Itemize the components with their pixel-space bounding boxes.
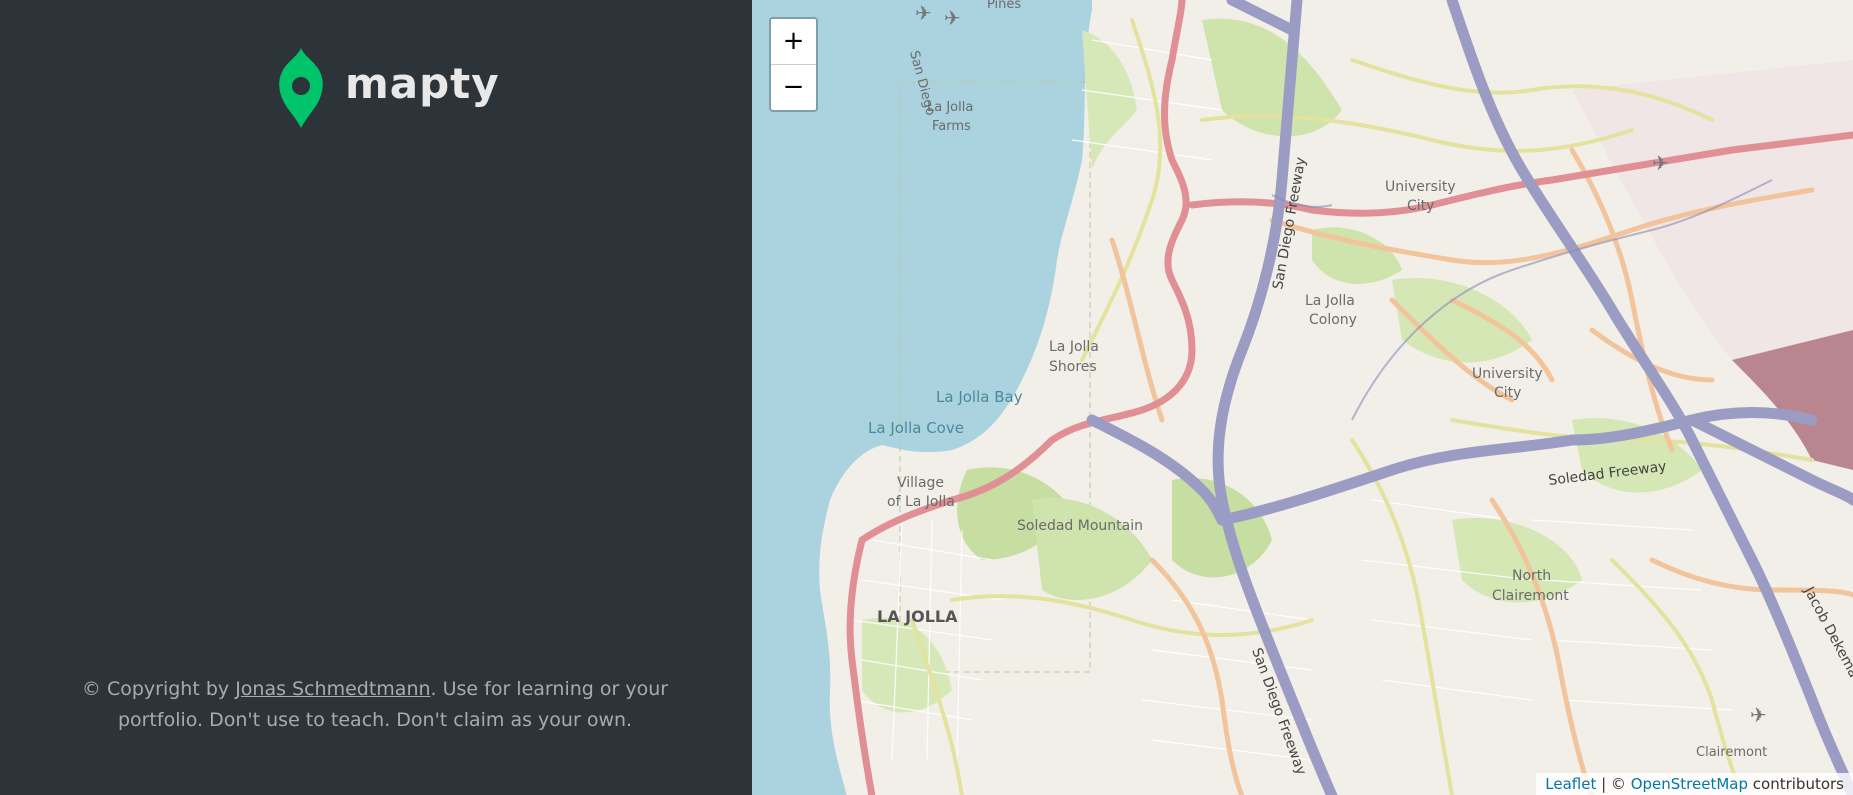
map-label: North bbox=[1512, 568, 1551, 584]
zoom-in-button[interactable]: + bbox=[771, 19, 816, 64]
svg-text:✈: ✈ bbox=[915, 1, 932, 25]
leaflet-link[interactable]: Leaflet bbox=[1545, 775, 1596, 793]
map-label: University bbox=[1472, 366, 1543, 382]
map-label: of La Jolla bbox=[887, 494, 955, 510]
map-label: Village bbox=[897, 475, 944, 491]
map-label: City bbox=[1407, 198, 1434, 214]
zoom-control: + − bbox=[769, 17, 818, 112]
map-label: Clairemont bbox=[1696, 745, 1767, 760]
map-label: Shores bbox=[1049, 359, 1097, 375]
openstreetmap-link[interactable]: OpenStreetMap bbox=[1631, 775, 1748, 793]
map-label: LA JOLLA bbox=[877, 607, 958, 626]
map-label: Soledad Mountain bbox=[1017, 518, 1143, 534]
copyright-line1-suffix: . Use for learning or your bbox=[430, 678, 669, 700]
map-label: Pines bbox=[987, 0, 1021, 12]
logo-text: mapty bbox=[345, 59, 500, 108]
copyright-line2: portfolio. Don't use to teach. Don't cla… bbox=[117, 709, 633, 731]
sidebar: mapty © Copyright by Jonas Schmedtmann. … bbox=[0, 0, 752, 795]
map-attribution: Leaflet | © OpenStreetMap contributors bbox=[1536, 773, 1853, 795]
map-label: Farms bbox=[932, 119, 971, 134]
map-label: La Jolla bbox=[1305, 293, 1355, 309]
map-label: Clairemont bbox=[1492, 588, 1569, 604]
map-label: La Jolla bbox=[1049, 339, 1099, 355]
attribution-separator: | © bbox=[1596, 775, 1631, 793]
map-label: La Jolla Bay bbox=[936, 388, 1023, 406]
logo: mapty bbox=[277, 45, 500, 130]
map-label: University bbox=[1385, 179, 1456, 195]
map-pin-icon bbox=[279, 47, 323, 128]
copyright-notice: © Copyright by Jonas Schmedtmann. Use fo… bbox=[60, 674, 690, 736]
map-label: Colony bbox=[1309, 312, 1357, 328]
map-label: La Jolla Cove bbox=[868, 419, 964, 437]
map-tiles[interactable]: ✈ ✈ ✈ ✈ Pines San Diego La Jolla Farms S… bbox=[752, 0, 1853, 795]
svg-text:✈: ✈ bbox=[1750, 703, 1767, 727]
copyright-prefix: © Copyright by bbox=[81, 678, 236, 700]
map-label: City bbox=[1494, 385, 1521, 401]
svg-text:✈: ✈ bbox=[1652, 151, 1669, 175]
map[interactable]: ✈ ✈ ✈ ✈ Pines San Diego La Jolla Farms S… bbox=[752, 0, 1853, 795]
map-label: La Jolla bbox=[927, 100, 973, 115]
svg-text:✈: ✈ bbox=[944, 6, 961, 30]
attribution-suffix: contributors bbox=[1748, 775, 1844, 793]
zoom-out-button[interactable]: − bbox=[771, 64, 816, 110]
author-link[interactable]: Jonas Schmedtmann bbox=[235, 678, 430, 700]
